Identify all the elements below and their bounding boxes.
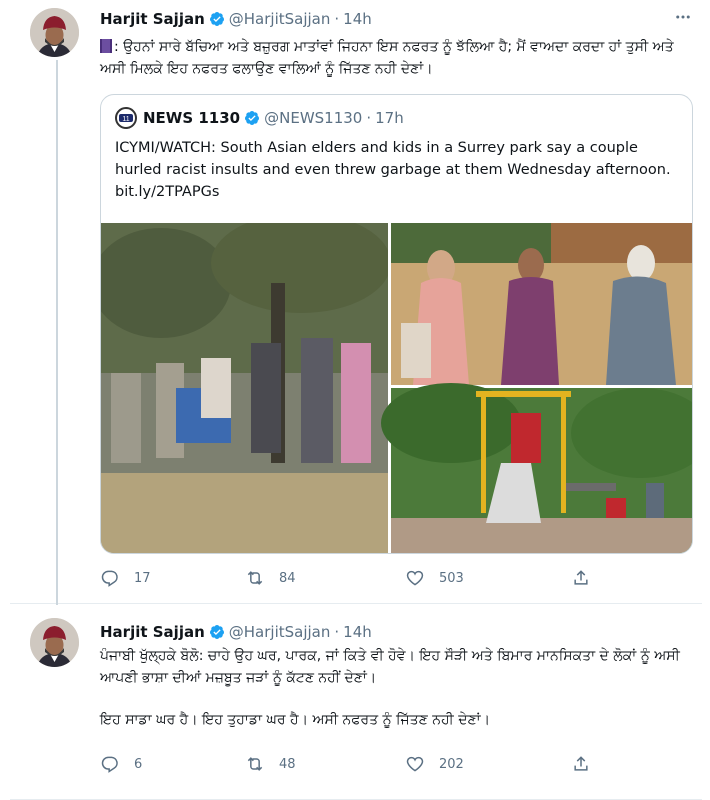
separator-dot: ·: [334, 623, 340, 641]
separator-dot: ·: [366, 109, 372, 127]
timestamp[interactable]: 14h: [343, 10, 372, 28]
quoted-media[interactable]: [101, 213, 692, 553]
retweet-button[interactable]: 48: [245, 754, 405, 774]
reply-count: 17: [134, 570, 151, 586]
verified-badge-icon: [209, 11, 225, 27]
tweet-text-paragraph: ਇਹ ਸਾਡਾ ਘਰ ਹੈ। ਇਹ ਤੁਹਾਡਾ ਘਰ ਹੈ। ਅਸੀ ਨਫਰਤ…: [100, 712, 491, 728]
retweet-count: 84: [279, 570, 296, 586]
retweet-count: 48: [279, 756, 296, 772]
heart-icon: [406, 756, 424, 772]
tweet-text: ਪੰਜਾਬੀ ਖੁੱਲ੍ਹਕੇ ਬੋਲੋ: ਚਾਹੇ ਉਹ ਘਰ, ਪਾਰਕ, …: [100, 648, 680, 686]
verified-badge-icon: [244, 110, 260, 126]
tweet[interactable]: Harjit Sajjan @HarjitSajjan · 14h : ਉਹਨਾ…: [10, 0, 702, 605]
like-count: 202: [439, 756, 464, 772]
author-handle[interactable]: @HarjitSajjan: [229, 623, 331, 641]
timestamp[interactable]: 14h: [343, 623, 372, 641]
author-name[interactable]: Harjit Sajjan: [100, 623, 205, 641]
reply-icon: [101, 570, 118, 587]
tweet[interactable]: Harjit Sajjan @HarjitSajjan · 14h ਪੰਜਾਬੀ…: [10, 605, 702, 800]
interview-photo: [391, 223, 692, 385]
avatar[interactable]: [30, 618, 79, 667]
verified-badge-icon: [209, 624, 225, 640]
like-count: 503: [439, 570, 464, 586]
thread-line: [56, 60, 58, 605]
retweet-icon: [247, 571, 263, 585]
like-button[interactable]: 202: [405, 754, 571, 774]
playground-photo: [381, 383, 692, 553]
quoted-timestamp[interactable]: 17h: [375, 109, 404, 127]
author-name[interactable]: Harjit Sajjan: [100, 10, 205, 28]
author-handle[interactable]: @HarjitSajjan: [229, 10, 331, 28]
share-icon: [574, 570, 588, 585]
quoted-text: ICYMI/WATCH: South Asian elders and kids…: [115, 140, 671, 200]
svg-text:11: 11: [122, 116, 129, 123]
quoted-avatar: 11: [115, 107, 137, 129]
retweet-icon: [247, 757, 263, 771]
heart-icon: [406, 570, 424, 586]
quoted-handle[interactable]: @NEWS1130: [264, 109, 362, 127]
avatar[interactable]: [30, 8, 79, 57]
quoted-tweet[interactable]: 11 NEWS 1130 @NEWS1130 · 17h ICYMI/WATCH…: [100, 94, 693, 554]
share-button[interactable]: [571, 568, 611, 588]
reply-count: 6: [134, 756, 143, 772]
tweet-text: : ਉਹਨਾਂ ਸਾਰੇ ਬੱਚਿਆ ਅਤੇ ਬਜ਼ੁਰਗ ਮਾਤਾਂਵਾਂ ਜ…: [100, 39, 674, 77]
retweet-button[interactable]: 84: [245, 568, 405, 588]
reply-button[interactable]: 6: [100, 754, 245, 774]
share-icon: [574, 756, 588, 771]
like-button[interactable]: 503: [405, 568, 571, 588]
video-thumbnail: [101, 213, 391, 553]
purple-square-emoji: [100, 39, 112, 53]
separator-dot: ·: [334, 10, 340, 28]
reply-button[interactable]: 17: [100, 568, 245, 588]
share-button[interactable]: [571, 754, 611, 774]
reply-icon: [101, 756, 118, 773]
quoted-author-name[interactable]: NEWS 1130: [143, 109, 240, 127]
more-icon[interactable]: [674, 8, 692, 31]
